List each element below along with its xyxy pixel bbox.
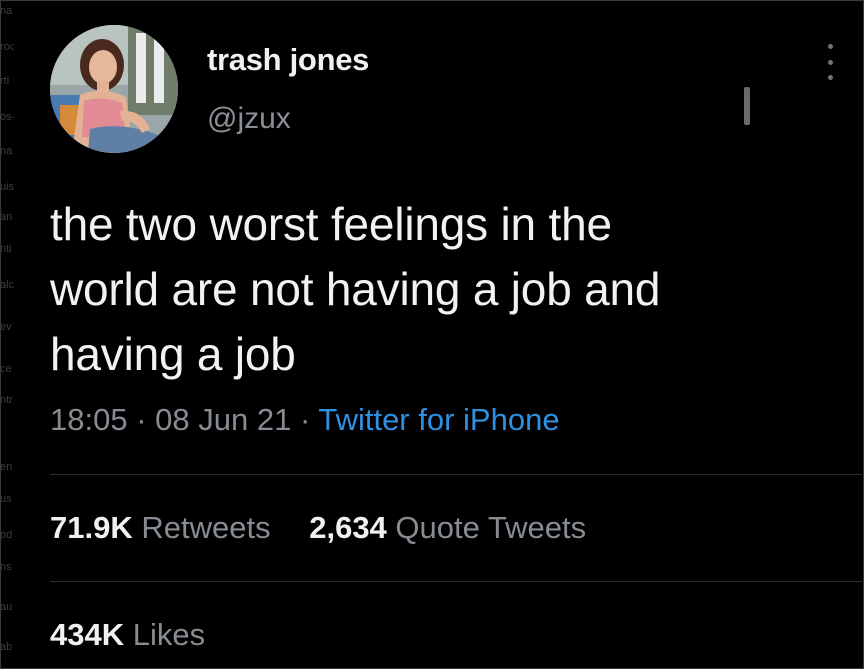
avatar[interactable] xyxy=(50,25,178,153)
quote-tweets-label: Quote Tweets xyxy=(395,510,587,545)
tweet-source-link[interactable]: Twitter for iPhone xyxy=(318,402,559,437)
edge-fragment: ab xyxy=(0,641,13,653)
retweets-stat[interactable]: 71.9K Retweets xyxy=(50,510,271,546)
edge-fragment: na xyxy=(0,145,13,157)
tweet-date[interactable]: 08 Jun 21 xyxy=(155,402,291,437)
edge-fragment: us xyxy=(0,493,12,505)
quote-tweets-stat[interactable]: 2,634 Quote Tweets xyxy=(309,510,586,546)
retweets-label: Retweets xyxy=(141,510,271,545)
more-options-button[interactable] xyxy=(818,44,842,80)
edge-fragment: na xyxy=(0,5,13,17)
more-vertical-icon xyxy=(827,44,833,49)
likes-label: Likes xyxy=(132,617,206,652)
edge-fragment: ev xyxy=(0,321,12,333)
likes-row: 434K Likes xyxy=(50,617,235,653)
scrollbar-thumb[interactable] xyxy=(744,87,750,125)
background-text-fragments: na roc rti os- na uis an nti alc ev ce n… xyxy=(0,0,14,669)
profile-photo xyxy=(50,25,178,153)
edge-fragment: nti xyxy=(0,243,12,255)
more-vertical-icon xyxy=(827,75,833,80)
edge-fragment: ns xyxy=(0,561,12,573)
more-vertical-icon xyxy=(827,59,833,65)
edge-fragment: rti xyxy=(0,75,10,87)
edge-fragment: ntr xyxy=(0,394,13,406)
display-name[interactable]: trash jones xyxy=(207,42,369,78)
edge-fragment: os- xyxy=(0,111,14,123)
retweets-count: 71.9K xyxy=(50,510,133,545)
likes-count: 434K xyxy=(50,617,125,652)
edge-fragment: od xyxy=(0,529,13,541)
divider xyxy=(50,581,862,582)
edge-fragment: an xyxy=(0,211,13,223)
edge-fragment: uis xyxy=(0,181,14,193)
tweet-text: the two worst feelings in the world are … xyxy=(50,198,661,380)
edge-fragment: ce xyxy=(0,363,12,375)
edge-fragment: au xyxy=(0,601,13,613)
meta-separator: · xyxy=(136,402,147,437)
divider xyxy=(50,474,862,475)
engagement-stats: 71.9K Retweets 2,634 Quote Tweets xyxy=(50,510,616,546)
user-handle[interactable]: @jzux xyxy=(207,102,291,136)
quote-tweets-count: 2,634 xyxy=(309,510,387,545)
tweet-meta: 18:05 · 08 Jun 21 · Twitter for iPhone xyxy=(50,402,560,438)
likes-stat[interactable]: 434K Likes xyxy=(50,617,205,653)
edge-fragment: en xyxy=(0,461,13,473)
edge-fragment: alc xyxy=(0,279,14,291)
edge-fragment: roc xyxy=(0,41,14,53)
tweet-time[interactable]: 18:05 xyxy=(50,402,128,437)
meta-separator: · xyxy=(299,402,311,437)
